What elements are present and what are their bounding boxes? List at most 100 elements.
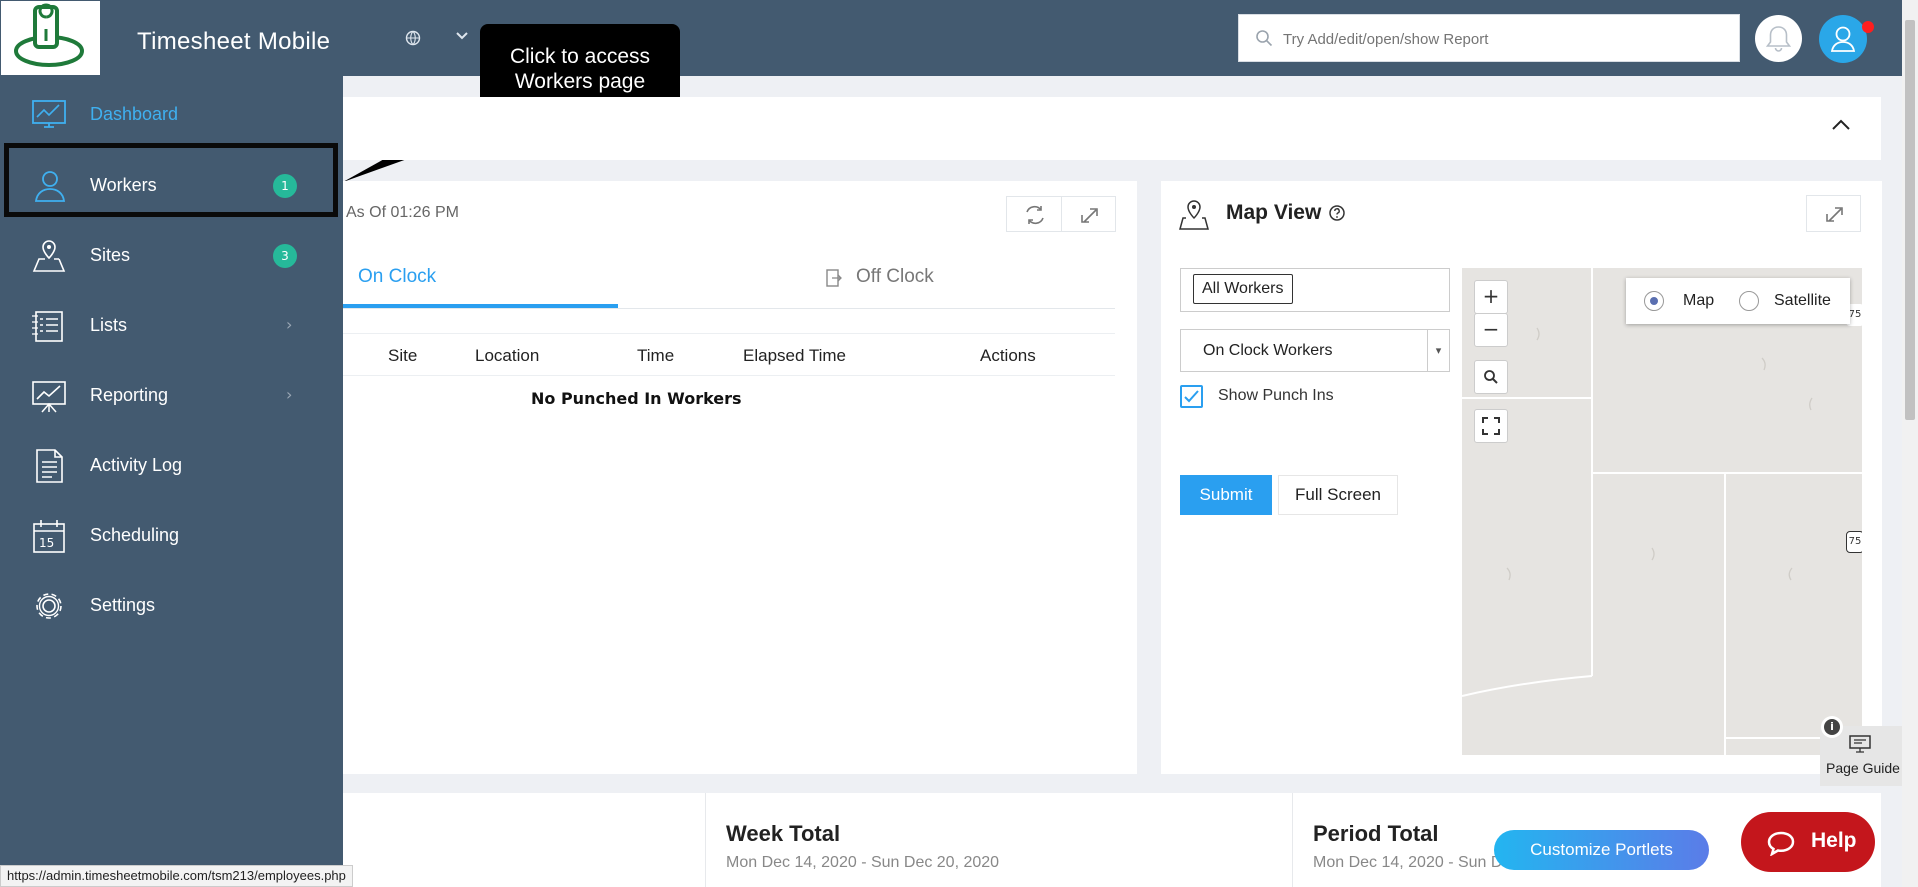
notifications-button[interactable] [1755, 15, 1802, 62]
column-header-site[interactable]: Site [388, 346, 417, 366]
week-total-title: Week Total [726, 821, 841, 846]
search-icon [1255, 29, 1273, 51]
map-radio-label[interactable]: Map [1683, 292, 1714, 310]
calendar-icon: 15 [30, 518, 68, 554]
workers-highlight-box [4, 143, 338, 217]
chevron-right-icon: › [286, 385, 293, 404]
empty-table-message: No Punched In Workers [531, 389, 742, 408]
page-guide-label: Page Guide [1826, 760, 1900, 776]
help-circle-icon[interactable] [1328, 204, 1346, 222]
callout-line-2: Workers page [514, 70, 646, 93]
fullscreen-icon [1482, 417, 1500, 435]
bell-icon [1765, 26, 1792, 52]
table-top-divider [343, 333, 1115, 334]
callout-line-1: Click to access [509, 45, 651, 68]
map-pin-icon [1178, 199, 1210, 231]
sidebar-item-dashboard[interactable]: Dashboard [0, 84, 343, 146]
calendar-day-number: 15 [39, 536, 55, 550]
activity-log-icon [30, 448, 68, 484]
user-icon [1830, 26, 1856, 52]
highway-shield: 75 [1846, 531, 1862, 553]
sidebar-item-lists[interactable]: Lists › [0, 295, 343, 357]
totals-divider [705, 793, 706, 887]
sidebar-item-sites[interactable]: Sites 3 [0, 225, 343, 287]
chevron-right-icon: › [286, 315, 293, 334]
show-punch-ins-checkbox[interactable] [1180, 385, 1203, 408]
globe-icon[interactable] [405, 30, 421, 50]
map-search-button[interactable] [1474, 360, 1508, 394]
scrollbar-thumb[interactable] [1905, 20, 1915, 420]
sidebar-item-label: Sites [90, 245, 131, 265]
zoom-in-button[interactable]: + [1474, 280, 1508, 314]
sidebar-item-label: Settings [90, 595, 156, 615]
workers-on-clock-panel [343, 181, 1137, 774]
report-search-box[interactable] [1238, 14, 1740, 62]
sidebar-item-activity-log[interactable]: Activity Log [0, 435, 343, 497]
map-view-title: Map View [1226, 201, 1322, 224]
expand-icon [1081, 208, 1098, 223]
logo-phone-pin-icon [14, 3, 84, 67]
app-title: Timesheet Mobile [137, 28, 331, 55]
sidebar-item-reporting[interactable]: Reporting › [0, 365, 343, 427]
lists-icon [30, 308, 68, 344]
tab-on-clock[interactable]: On Clock [358, 266, 436, 288]
sites-map-icon [30, 238, 68, 274]
satellite-radio[interactable] [1739, 291, 1759, 311]
sidebar-item-label: Scheduling [90, 525, 180, 545]
submit-button[interactable]: Submit [1180, 475, 1272, 515]
sidebar-item-scheduling[interactable]: 15 Scheduling [0, 505, 343, 567]
totals-divider [1292, 793, 1293, 887]
chevron-up-icon[interactable] [1829, 113, 1853, 137]
column-header-elapsed-time[interactable]: Elapsed Time [743, 346, 846, 366]
dashboard-monitor-icon [30, 97, 68, 133]
gear-icon [30, 588, 68, 624]
expand-icon [1826, 207, 1843, 222]
refresh-icon [1026, 205, 1044, 225]
map-type-control: Map Satellite [1626, 278, 1850, 324]
expand-button[interactable] [1061, 196, 1116, 232]
reporting-chart-icon [30, 378, 68, 414]
tab-divider [343, 308, 1115, 309]
checkmark-icon [1184, 390, 1199, 403]
report-search-input[interactable] [1283, 25, 1723, 53]
search-icon [1484, 370, 1498, 384]
map-expand-button[interactable] [1806, 195, 1861, 232]
sidebar-item-settings[interactable]: Settings [0, 575, 343, 637]
sidebar-item-label: Reporting [90, 385, 169, 405]
help-label: Help [1811, 829, 1857, 852]
filter-panel [343, 97, 1881, 160]
column-header-location[interactable]: Location [475, 346, 539, 366]
tab-off-clock[interactable]: Off Clock [856, 266, 934, 288]
presentation-screen-icon [1849, 735, 1871, 753]
period-total-title: Period Total [1313, 821, 1439, 846]
status-bar-url: https://admin.timesheetmobile.com/tsm213… [0, 865, 353, 887]
chevron-down-icon: ▾ [1427, 330, 1449, 371]
sidebar-item-label: Activity Log [90, 455, 183, 475]
refresh-button[interactable] [1006, 196, 1062, 232]
notification-dot [1862, 21, 1874, 33]
full-screen-button[interactable]: Full Screen [1278, 475, 1398, 515]
map-roads [1462, 268, 1862, 755]
info-icon[interactable]: i [1821, 716, 1843, 738]
customize-portlets-button[interactable]: Customize Portlets [1494, 830, 1709, 870]
sites-count-badge: 3 [273, 244, 297, 268]
week-total-range: Mon Dec 14, 2020 - Sun Dec 20, 2020 [726, 854, 1000, 871]
map-radio[interactable] [1644, 291, 1664, 311]
clock-status-select[interactable]: On Clock Workers ▾ [1180, 329, 1450, 372]
exit-door-icon [826, 269, 842, 287]
table-header-divider [343, 375, 1115, 376]
map-canvas[interactable]: + − 75 75 [1462, 268, 1862, 755]
help-button[interactable]: Help [1741, 812, 1875, 872]
user-menu-button[interactable] [1819, 15, 1867, 63]
map-fullscreen-button[interactable] [1474, 409, 1508, 443]
sidebar-item-label: Dashboard [90, 104, 179, 124]
column-header-time[interactable]: Time [637, 346, 674, 366]
zoom-out-button[interactable]: − [1474, 313, 1508, 347]
select-value: On Clock Workers [1203, 342, 1333, 359]
all-workers-chip[interactable]: All Workers [1193, 274, 1293, 304]
chevron-down-icon[interactable] [455, 26, 469, 45]
satellite-radio-label[interactable]: Satellite [1774, 292, 1831, 310]
app-logo[interactable] [1, 1, 100, 75]
chat-bubble-icon [1766, 830, 1796, 862]
show-punch-ins-label: Show Punch Ins [1218, 387, 1334, 404]
